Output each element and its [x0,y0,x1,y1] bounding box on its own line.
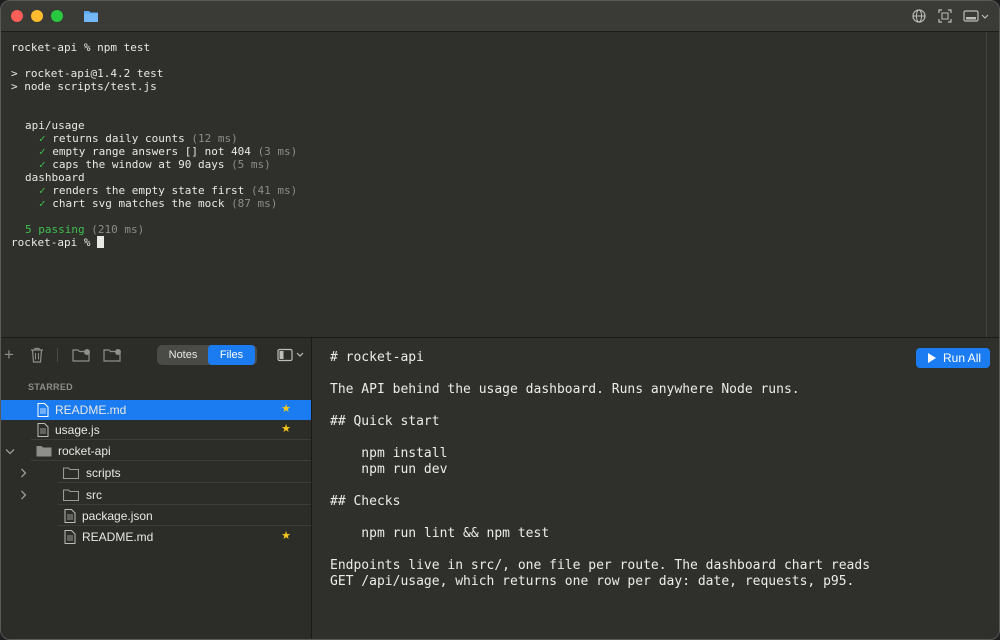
trash-icon[interactable] [30,347,44,363]
terminal-command-line: rocket-api % npm test [11,41,151,54]
terminal-prompt[interactable]: rocket-api % [11,236,105,249]
tab-notes[interactable]: Notes [159,345,207,365]
editor-code-line: npm install [330,446,448,461]
file-sidebar: + Notes Files STARRED README.md ★ usage.… [1,338,312,639]
zoom-window-button[interactable] [51,10,63,22]
test-time: (12 ms) [191,132,238,145]
test-title: chart svg matches the mock [52,197,225,210]
test-time: (3 ms) [257,145,298,158]
test-result: ✓ caps the window at 90 days (5 ms) [39,158,271,171]
file-name: package.json [82,509,153,523]
test-result: ✓ empty range answers [] not 404 (3 ms) [39,145,297,158]
terminal-script-line: > rocket-api@1.4.2 test [11,67,164,80]
layout-toggle-icon[interactable] [963,7,991,25]
sidebar-layout-icon[interactable] [277,348,307,362]
test-title: renders the empty state first [52,184,245,197]
starred-item-readme[interactable]: README.md ★ [1,400,311,420]
summary-time: (210 ms) [91,223,145,236]
tab-files[interactable]: Files [208,345,255,365]
folder-icon [84,11,98,22]
passing-count: 5 passing [25,223,85,236]
check-icon: ✓ [39,145,46,158]
close-window-button[interactable] [11,10,23,22]
editor-code-line: npm run lint && npm test [330,526,550,541]
add-icon[interactable]: + [4,346,14,364]
screenshot-icon[interactable] [937,7,953,25]
star-icon[interactable]: ★ [281,529,291,542]
test-title: caps the window at 90 days [52,158,225,171]
view-segmented-control: Notes Files [157,345,257,365]
file-name: README.md [82,530,154,544]
tree-root-rocket-api[interactable]: rocket-api [1,441,311,461]
check-icon: ✓ [39,197,46,210]
editor-code-line: npm run dev [330,462,448,477]
row-separator [31,460,311,461]
test-time: (41 ms) [250,184,298,197]
tree-item-src[interactable]: src [1,485,311,505]
editor-paragraph: Endpoints live in src/, one file per rou… [330,558,871,573]
test-time: (5 ms) [231,158,271,171]
check-icon: ✓ [39,158,46,171]
folder-settings-icon[interactable] [103,348,123,362]
folder-name: rocket-api [58,444,111,458]
test-title: returns daily counts [52,132,185,145]
test-summary: 5 passing (210 ms) [25,223,144,236]
row-separator [58,504,311,505]
terminal-script-line: > node scripts/test.js [11,80,157,93]
editor-heading: ## Quick start [330,414,440,429]
check-icon: ✓ [39,132,46,145]
starred-item-usage[interactable]: usage.js ★ [1,420,311,440]
test-result: ✓ returns daily counts (12 ms) [39,132,238,145]
folder-icon [36,446,52,457]
file-name: README.md [55,403,127,417]
suite-name: dashboard [25,171,85,184]
folder-icon [63,489,79,501]
tree-item-scripts[interactable]: scripts [1,463,311,483]
run-all-label: Run All [943,351,982,365]
check-icon: ✓ [39,184,46,197]
row-separator [31,439,311,440]
globe-icon[interactable] [911,7,927,25]
toolbar-separator [57,348,58,362]
terminal-pane[interactable]: rocket-api % npm test > rocket-api@1.4.2… [1,32,999,337]
folder-name: scripts [86,466,121,480]
editor-paragraph: GET /api/usage, which returns one row pe… [330,574,855,589]
title-bar [1,1,999,32]
new-folder-icon[interactable] [72,348,92,362]
document-icon [64,509,76,523]
star-icon[interactable]: ★ [281,422,291,435]
folder-name: src [86,488,102,502]
app-window: rocket-api % npm test > rocket-api@1.4.2… [0,0,1000,640]
editor-heading: ## Checks [330,494,401,509]
row-separator [58,525,311,526]
sidebar-toolbar: + Notes Files [1,338,311,372]
editor-heading: # rocket-api [330,350,424,365]
test-result: ✓ renders the empty state first (41 ms) [39,184,297,197]
minimize-window-button[interactable] [31,10,43,22]
chevron-down-icon[interactable] [5,448,15,456]
document-icon [37,403,49,417]
row-separator [58,482,311,483]
test-time: (87 ms) [231,197,278,210]
terminal-scrollbar[interactable] [986,32,999,337]
editor-paragraph: The API behind the usage dashboard. Runs… [330,382,800,397]
markdown-editor[interactable]: # rocket-api The API behind the usage da… [312,338,999,639]
chevron-right-icon[interactable] [20,490,28,500]
play-icon [928,353,936,363]
prompt-text: rocket-api % [11,236,91,249]
document-icon [64,530,76,544]
file-name: usage.js [55,423,100,437]
test-result: ✓ chart svg matches the mock (87 ms) [39,197,277,210]
tree-item-package-json[interactable]: package.json [1,506,311,526]
tree-item-readme[interactable]: README.md ★ [1,527,311,547]
chevron-right-icon[interactable] [20,468,28,478]
run-all-button[interactable]: Run All [916,348,990,368]
suite-name: api/usage [25,119,85,132]
starred-section-label: STARRED [28,382,73,392]
folder-icon [63,467,79,479]
test-title: empty range answers [] not 404 [52,145,251,158]
star-icon[interactable]: ★ [281,402,291,415]
text-cursor [97,236,105,248]
document-icon [37,423,49,437]
